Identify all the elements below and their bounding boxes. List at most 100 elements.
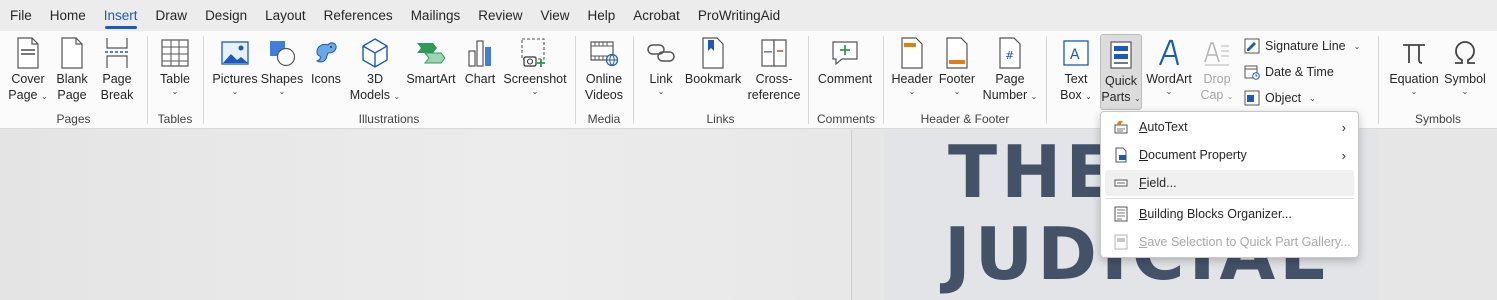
svg-text:A: A bbox=[1070, 47, 1080, 63]
chart-icon bbox=[463, 36, 497, 70]
menu-item-field[interactable]: Field... bbox=[1105, 170, 1354, 196]
table-button[interactable]: Table ⌄ bbox=[154, 33, 196, 107]
table-icon bbox=[158, 36, 192, 70]
chevron-down-icon: ⌄ bbox=[278, 86, 286, 96]
bookmark-button[interactable]: Bookmark bbox=[682, 33, 744, 107]
comments-group: Comment Comments bbox=[809, 31, 883, 129]
cross-reference-button[interactable]: Cross- reference bbox=[746, 33, 802, 107]
link-icon bbox=[644, 36, 678, 70]
chevron-down-icon: ⌄ bbox=[908, 86, 916, 96]
symbols-group: Equation ⌄ Symbol ⌄ Symbols bbox=[1379, 31, 1497, 129]
wordart-button[interactable]: WordArt ⌄ bbox=[1145, 33, 1193, 107]
date-time-button[interactable]: Date & Time bbox=[1243, 61, 1334, 83]
field-icon bbox=[1112, 174, 1130, 192]
screenshot-icon bbox=[518, 36, 552, 70]
3d-models-button[interactable]: 3D Models ⌄ bbox=[348, 33, 402, 107]
smartart-icon bbox=[414, 36, 448, 70]
pages-group: Cover Page ⌄ Blank Page Page Break Pages bbox=[0, 31, 147, 129]
bookmark-icon bbox=[696, 36, 730, 70]
tab-references[interactable]: References bbox=[315, 0, 402, 31]
tab-prowritingaid[interactable]: ProWritingAid bbox=[689, 0, 789, 31]
chevron-down-icon: ⌄ bbox=[1461, 86, 1469, 96]
media-group: Online Videos Media bbox=[576, 31, 632, 129]
ribbon-tab-bar: File Home Insert Draw Design Layout Refe… bbox=[0, 0, 1497, 31]
page-number-button[interactable]: # Page Number ⌄ bbox=[982, 33, 1038, 107]
footer-icon bbox=[940, 36, 974, 70]
symbol-button[interactable]: Symbol ⌄ bbox=[1443, 33, 1487, 107]
page-break-button[interactable]: Page Break bbox=[96, 33, 138, 107]
drop-cap-button[interactable]: Drop Cap ⌄ bbox=[1195, 33, 1239, 107]
pictures-button[interactable]: Pictures ⌄ bbox=[210, 33, 260, 107]
chevron-right-icon: › bbox=[1341, 147, 1346, 163]
tab-draw[interactable]: Draw bbox=[147, 0, 197, 31]
tab-home[interactable]: Home bbox=[41, 0, 95, 31]
icons-icon bbox=[309, 36, 343, 70]
object-button[interactable]: Object ⌄ bbox=[1243, 87, 1316, 109]
quick-parts-icon bbox=[1104, 38, 1138, 72]
header-footer-group-label: Header & Footer bbox=[920, 112, 1010, 126]
chevron-down-icon: ⌄ bbox=[1030, 91, 1038, 101]
drop-cap-icon bbox=[1200, 36, 1234, 70]
media-group-label: Media bbox=[587, 112, 621, 126]
header-button[interactable]: Header ⌄ bbox=[890, 33, 934, 107]
signature-line-button[interactable]: Signature Line ⌄ bbox=[1243, 35, 1360, 57]
menu-item-save-selection-to-gallery[interactable]: Save Selection to Quick Part Gallery... bbox=[1105, 229, 1354, 255]
menu-item-document-property[interactable]: Document Property › bbox=[1105, 142, 1354, 168]
shapes-icon bbox=[265, 36, 299, 70]
save-selection-icon bbox=[1112, 233, 1130, 251]
chart-button[interactable]: Chart bbox=[460, 33, 500, 107]
chevron-down-icon: ⌄ bbox=[953, 86, 961, 96]
omega-icon bbox=[1448, 36, 1482, 70]
tables-group: Table ⌄ Tables bbox=[148, 31, 202, 129]
menu-item-building-blocks-organizer[interactable]: Building Blocks Organizer... bbox=[1105, 201, 1354, 227]
footer-button[interactable]: Footer ⌄ bbox=[936, 33, 978, 107]
chevron-down-icon: ⌄ bbox=[40, 91, 48, 101]
tab-layout[interactable]: Layout bbox=[256, 0, 315, 31]
pictures-icon bbox=[218, 36, 252, 70]
tab-view[interactable]: View bbox=[531, 0, 578, 31]
document-background bbox=[0, 130, 852, 300]
tab-design[interactable]: Design bbox=[196, 0, 256, 31]
tab-review[interactable]: Review bbox=[469, 0, 531, 31]
menu-item-autotext[interactable]: AutoText › bbox=[1105, 114, 1354, 140]
quick-parts-menu: AutoText › Document Property › Field... … bbox=[1100, 111, 1359, 258]
screenshot-button[interactable]: Screenshot ⌄ bbox=[502, 33, 568, 107]
online-video-icon bbox=[587, 36, 621, 70]
cross-reference-icon bbox=[757, 36, 791, 70]
illustrations-group: Pictures ⌄ Shapes ⌄ Icons 3D Models ⌄ Sm… bbox=[204, 31, 574, 129]
menu-separator bbox=[1105, 198, 1354, 199]
chevron-down-icon: ⌄ bbox=[1410, 86, 1418, 96]
chevron-down-icon: ⌄ bbox=[1226, 91, 1234, 101]
tab-help[interactable]: Help bbox=[579, 0, 625, 31]
illustrations-group-label: Illustrations bbox=[358, 112, 420, 126]
pi-icon bbox=[1397, 36, 1431, 70]
online-videos-button[interactable]: Online Videos bbox=[582, 33, 626, 107]
symbols-group-label: Symbols bbox=[1414, 112, 1461, 126]
link-button[interactable]: Link ⌄ bbox=[642, 33, 680, 107]
equation-button[interactable]: Equation ⌄ bbox=[1387, 33, 1441, 107]
quick-parts-button[interactable]: Quick Parts ⌄ bbox=[1100, 34, 1142, 110]
text-box-button[interactable]: A Text Box ⌄ bbox=[1055, 33, 1097, 107]
icons-button[interactable]: Icons bbox=[306, 33, 346, 107]
smartart-button[interactable]: SmartArt bbox=[404, 33, 458, 107]
blank-page-icon bbox=[55, 36, 89, 70]
pages-group-label: Pages bbox=[56, 112, 91, 126]
tab-insert[interactable]: Insert bbox=[95, 0, 147, 31]
signature-line-icon bbox=[1243, 37, 1261, 55]
comment-button[interactable]: Comment bbox=[815, 33, 875, 107]
chevron-down-icon: ⌄ bbox=[1165, 86, 1173, 96]
comment-icon bbox=[828, 36, 862, 70]
shapes-button[interactable]: Shapes ⌄ bbox=[260, 33, 304, 107]
chevron-down-icon: ⌄ bbox=[531, 86, 539, 96]
chevron-down-icon: ⌄ bbox=[657, 86, 665, 96]
tab-acrobat[interactable]: Acrobat bbox=[624, 0, 689, 31]
header-icon bbox=[895, 36, 929, 70]
chevron-down-icon: ⌄ bbox=[393, 91, 401, 101]
blank-page-button[interactable]: Blank Page bbox=[52, 33, 92, 107]
tab-mailings[interactable]: Mailings bbox=[402, 0, 470, 31]
tab-file[interactable]: File bbox=[0, 0, 41, 31]
chevron-down-icon: ⌄ bbox=[171, 86, 179, 96]
chevron-right-icon: › bbox=[1341, 119, 1346, 135]
object-icon bbox=[1243, 89, 1261, 107]
cover-page-button[interactable]: Cover Page ⌄ bbox=[6, 33, 50, 107]
